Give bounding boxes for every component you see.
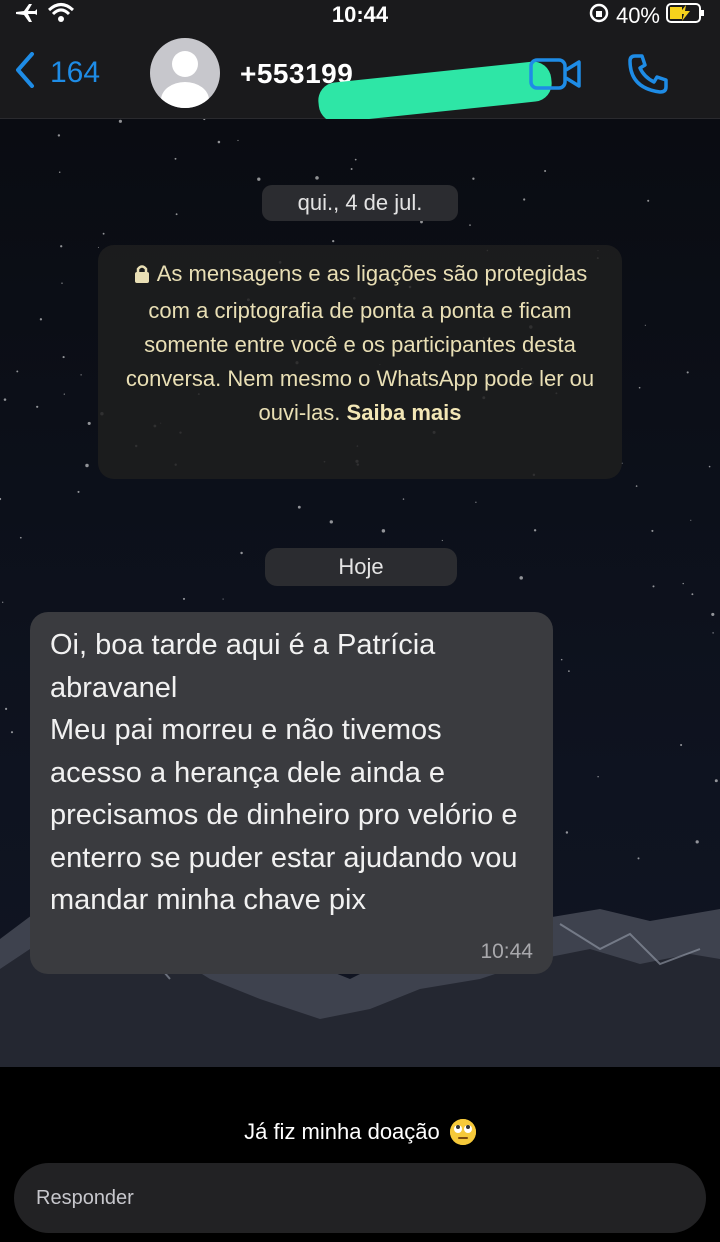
video-call-button[interactable]: [528, 54, 582, 99]
back-button[interactable]: 164: [14, 52, 100, 93]
video-camera-icon: [528, 58, 582, 98]
eye-roll-emoji-icon: [449, 1119, 476, 1145]
message-time: 10:44: [480, 940, 533, 963]
avatar[interactable]: [150, 38, 220, 108]
story-reply-area: Já fiz minha doação Responder: [0, 1067, 720, 1242]
story-caption: Já fiz minha doação: [0, 1119, 720, 1145]
incoming-message[interactable]: Oi, boa tarde aqui é a Patrícia abravane…: [30, 612, 553, 974]
security-notice[interactable]: As mensagens e as ligações são protegida…: [98, 245, 622, 479]
lock-icon: [133, 260, 151, 294]
caption-text: Já fiz minha doação: [244, 1119, 440, 1144]
reply-input[interactable]: Responder: [14, 1163, 706, 1233]
orientation-lock-icon: [588, 2, 610, 30]
learn-more-link[interactable]: Saiba mais: [347, 400, 462, 425]
chat-area[interactable]: qui., 4 de jul. As mensagens e as ligaçõ…: [0, 119, 720, 1067]
unread-count: 164: [50, 55, 101, 89]
date-label: qui., 4 de jul.: [262, 185, 458, 221]
chevron-left-icon: [14, 52, 36, 93]
battery-charging-icon: [666, 2, 706, 30]
voice-call-button[interactable]: [626, 52, 670, 101]
battery-percentage: 40%: [615, 3, 660, 28]
status-bar: 10:44 40%: [0, 0, 720, 30]
message-text: Oi, boa tarde aqui é a Patrícia abravane…: [50, 629, 518, 916]
phone-icon: [626, 54, 670, 100]
chat-header: 164 +553199: [0, 30, 720, 125]
today-label: Hoje: [265, 548, 457, 586]
